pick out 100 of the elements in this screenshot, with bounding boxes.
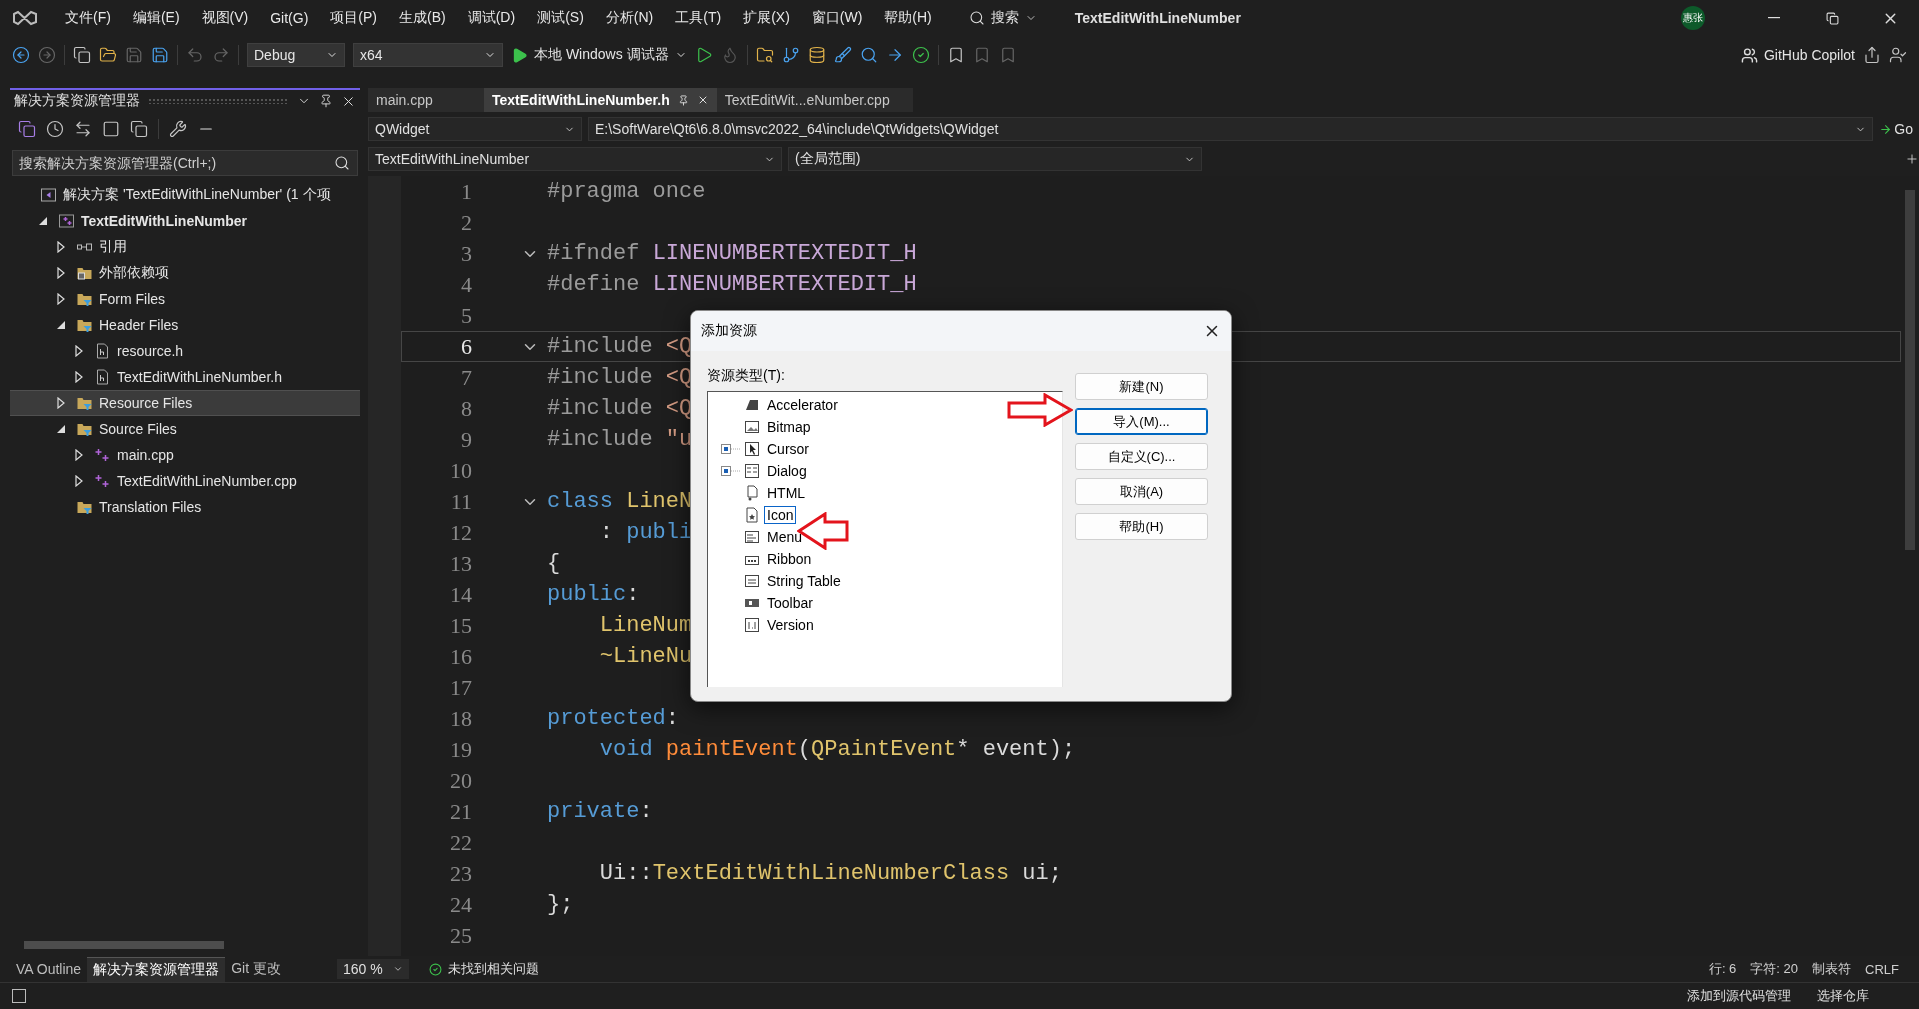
list-item[interactable]: Accelerator bbox=[708, 394, 1062, 416]
menubar-entry[interactable]: 生成(B) bbox=[388, 9, 457, 27]
editor-tab[interactable]: main.cpp bbox=[368, 88, 484, 112]
tree-item[interactable]: TextEditWithLineNumber.h bbox=[10, 364, 360, 390]
collapse-arrow-icon[interactable] bbox=[56, 423, 66, 435]
account-icon[interactable] bbox=[1889, 46, 1907, 64]
menubar-entry[interactable]: 窗口(W) bbox=[800, 9, 874, 27]
list-item[interactable]: HTML bbox=[708, 482, 1062, 504]
tree-item[interactable]: main.cpp bbox=[10, 442, 360, 468]
tree-item[interactable]: Header Files bbox=[10, 312, 360, 338]
list-item[interactable]: Bitmap bbox=[708, 416, 1062, 438]
run-button[interactable]: 本地 Windows 调试器 bbox=[511, 46, 687, 64]
line-indicator[interactable]: 行: 6 bbox=[1708, 960, 1737, 978]
search-icon[interactable] bbox=[859, 46, 878, 64]
expand-arrow-icon[interactable] bbox=[56, 241, 66, 253]
new-item-icon[interactable] bbox=[73, 46, 91, 64]
copilot-button[interactable]: GitHub Copilot bbox=[1740, 46, 1855, 64]
share-icon[interactable] bbox=[1863, 46, 1881, 64]
char-indicator[interactable]: 字符: 20 bbox=[1750, 960, 1799, 978]
save-all-icon[interactable] bbox=[151, 46, 169, 64]
expand-arrow-icon[interactable] bbox=[74, 449, 84, 461]
search-icon[interactable] bbox=[334, 155, 350, 171]
expand-arrow-icon[interactable] bbox=[74, 475, 84, 487]
expand-arrow-icon[interactable] bbox=[74, 371, 84, 383]
panel-tab[interactable]: Git 更改 bbox=[225, 957, 287, 981]
expand-arrow-icon[interactable] bbox=[56, 267, 66, 279]
menubar-entry[interactable]: 文件(F) bbox=[54, 9, 122, 27]
list-item[interactable]: Icon bbox=[708, 504, 1062, 526]
split-icon[interactable] bbox=[1905, 152, 1919, 166]
issues-indicator[interactable]: 未找到相关问题 bbox=[428, 960, 539, 978]
list-item[interactable]: Ribbon bbox=[708, 548, 1062, 570]
list-item[interactable]: Toolbar bbox=[708, 592, 1062, 614]
platform-dropdown[interactable]: x64 bbox=[353, 43, 503, 67]
dialog-button[interactable]: 帮助(H) bbox=[1075, 513, 1208, 540]
copy-icon[interactable] bbox=[130, 120, 148, 138]
panel-tab[interactable]: 解决方案资源管理器 bbox=[87, 956, 226, 982]
tree-item[interactable]: TextEditWithLineNumber.cpp bbox=[10, 468, 360, 494]
redo-icon[interactable] bbox=[212, 46, 230, 64]
menubar-entry[interactable]: 调试(D) bbox=[456, 9, 527, 27]
menubar-entry[interactable]: Git(G) bbox=[259, 10, 320, 26]
git-branch-icon[interactable] bbox=[781, 46, 800, 64]
solution-icon[interactable] bbox=[18, 120, 36, 138]
path-dropdown[interactable]: E:\SoftWare\Qt6\6.8.0\msvc2022_64\include\QtWidgets\QWidget bbox=[588, 117, 1874, 141]
list-item[interactable]: Menu bbox=[708, 526, 1062, 548]
tree-item[interactable]: resource.h bbox=[10, 338, 360, 364]
list-item[interactable]: Version bbox=[708, 614, 1062, 636]
forward-icon[interactable] bbox=[38, 46, 56, 64]
pin-icon[interactable] bbox=[677, 94, 689, 106]
line-ending-indicator[interactable]: CRLF bbox=[1865, 961, 1899, 977]
menubar-entry[interactable]: 工具(T) bbox=[664, 9, 733, 27]
search-button[interactable]: 搜索 bbox=[960, 9, 1045, 27]
repository-button[interactable]: 选择仓库 bbox=[1817, 987, 1869, 1005]
editor-tab[interactable]: TextEditWit...eNumber.cpp bbox=[716, 88, 913, 112]
dialog-button[interactable]: 自定义(C)... bbox=[1075, 443, 1208, 470]
tree-item[interactable]: Form Files bbox=[10, 286, 360, 312]
check-icon[interactable] bbox=[911, 46, 930, 64]
zoom-dropdown[interactable]: 160 % bbox=[336, 959, 409, 979]
menubar-entry[interactable]: 视图(V) bbox=[190, 9, 260, 27]
list-item[interactable]: String Table bbox=[708, 570, 1062, 592]
dialog-button[interactable]: 导入(M)... bbox=[1075, 408, 1208, 435]
save-icon[interactable] bbox=[125, 46, 143, 64]
sync-icon[interactable] bbox=[74, 120, 92, 138]
list-item[interactable]: Dialog bbox=[708, 460, 1062, 482]
editor-tab[interactable]: TextEditWithLineNumber.h bbox=[484, 88, 717, 112]
collapse-icon[interactable] bbox=[102, 120, 120, 138]
tabs-indicator[interactable]: 制表符 bbox=[1812, 960, 1852, 978]
tree-item[interactable]: Source Files bbox=[10, 416, 360, 442]
tree-item[interactable]: 解决方案 'TextEditWithLineNumber' (1 个项 bbox=[10, 182, 360, 208]
list-item[interactable]: Cursor bbox=[708, 438, 1062, 460]
tree-item[interactable]: 外部依赖项 bbox=[10, 260, 360, 286]
tree-item[interactable]: Resource Files bbox=[10, 390, 360, 416]
menubar-entry[interactable]: 帮助(H) bbox=[873, 9, 943, 27]
expand-arrow-icon[interactable] bbox=[56, 293, 66, 305]
database-icon[interactable] bbox=[807, 46, 826, 64]
expand-arrow-icon[interactable] bbox=[56, 397, 66, 409]
collapse-arrow-icon[interactable] bbox=[56, 319, 66, 331]
brush-icon[interactable] bbox=[833, 46, 852, 64]
search-field[interactable]: 搜索解决方案资源管理器(Ctrl+;) bbox=[12, 150, 358, 176]
menubar-entry[interactable]: 分析(N) bbox=[594, 9, 665, 27]
configuration-dropdown[interactable]: Debug bbox=[247, 43, 345, 67]
user-avatar[interactable]: 惠张 bbox=[1681, 6, 1705, 30]
class-dropdown[interactable]: QWidget bbox=[368, 117, 582, 141]
history-icon[interactable] bbox=[46, 120, 64, 138]
undo-icon[interactable] bbox=[186, 46, 204, 64]
open-folder-icon[interactable] bbox=[99, 46, 117, 64]
source-control-button[interactable]: 添加到源代码管理 bbox=[1687, 987, 1791, 1005]
tree-item[interactable]: Translation Files bbox=[10, 494, 360, 520]
go-button[interactable]: Go bbox=[1879, 121, 1919, 137]
project-dropdown[interactable]: TextEditWithLineNumber bbox=[368, 147, 782, 171]
resource-type-list[interactable]: Accelerator Bitmap Cursor Dialog HTML Icon Menu Ribbon String Table Toolbar Version bbox=[707, 391, 1063, 687]
scope-dropdown[interactable]: (全局范围) bbox=[788, 147, 1202, 171]
menubar-entry[interactable]: 扩展(X) bbox=[732, 9, 801, 27]
menubar-entry[interactable]: 项目(P) bbox=[319, 9, 388, 27]
expand-arrow-icon[interactable] bbox=[74, 345, 84, 357]
search-icon[interactable] bbox=[968, 10, 985, 26]
wrench-icon[interactable] bbox=[169, 120, 187, 138]
dialog-button[interactable]: 新建(N) bbox=[1075, 373, 1208, 400]
back-icon[interactable] bbox=[12, 46, 30, 64]
dialog-button[interactable]: 取消(A) bbox=[1075, 478, 1208, 505]
pin-icon[interactable] bbox=[319, 94, 333, 108]
